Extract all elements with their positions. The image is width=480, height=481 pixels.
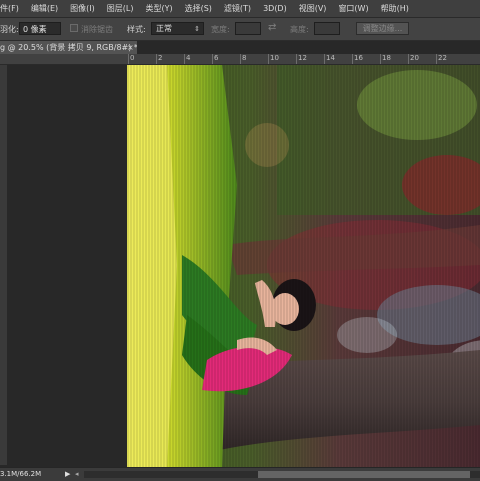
- menu-3d[interactable]: 3D(D): [263, 4, 287, 13]
- feather-label: 羽化:: [0, 25, 19, 34]
- width-label: 宽度:: [211, 25, 230, 34]
- style-label: 样式:: [127, 25, 146, 34]
- height-label: 高度:: [290, 25, 309, 34]
- menu-help[interactable]: 帮助(H): [381, 3, 409, 14]
- style-select-value: 正常: [156, 24, 172, 33]
- menu-file[interactable]: 件(F): [0, 3, 19, 14]
- photo-image: [127, 65, 480, 467]
- menu-select[interactable]: 选择(S): [185, 3, 212, 14]
- status-bar: 3.1M/66.2M ▶ ◂: [0, 467, 480, 481]
- height-input[interactable]: [314, 22, 340, 35]
- close-icon[interactable]: ×: [127, 41, 134, 54]
- options-bar: 羽化: 0 像素 消除锯齿 样式: 正常 ⇕ 宽度: ⇄ 高度: 调整边缘...: [0, 18, 480, 41]
- refine-edge-button[interactable]: 调整边缘...: [356, 22, 409, 35]
- feather-input[interactable]: 0 像素: [19, 22, 61, 35]
- play-icon[interactable]: ▶: [65, 470, 70, 478]
- horizontal-ruler: 0 2 4 6 8 10 12 14 16 18 20 22: [0, 54, 480, 65]
- scrollbar-thumb[interactable]: [258, 471, 470, 478]
- antialias-label: 消除锯齿: [81, 25, 113, 34]
- menu-type[interactable]: 类型(Y): [145, 3, 172, 14]
- document-tab[interactable]: g @ 20.5% (背景 拷贝 9, RGB/8#) * ×: [0, 41, 137, 54]
- document-tab-bar: g @ 20.5% (背景 拷贝 9, RGB/8#) * ×: [0, 41, 480, 54]
- antialias-checkbox[interactable]: [70, 24, 78, 32]
- menu-view[interactable]: 视图(V): [299, 3, 327, 14]
- chevron-updown-icon: ⇕: [194, 25, 200, 33]
- menu-layer[interactable]: 图层(L): [107, 3, 134, 14]
- document-size: 3.1M/66.2M: [0, 470, 42, 478]
- vertical-ruler: [0, 65, 7, 465]
- scroll-left-icon[interactable]: ◂: [75, 470, 79, 478]
- menu-bar: 件(F) 编辑(E) 图像(I) 图层(L) 类型(Y) 选择(S) 滤镜(T)…: [0, 0, 480, 18]
- document-canvas[interactable]: [127, 65, 480, 467]
- menu-window[interactable]: 窗口(W): [338, 3, 368, 14]
- menu-filter[interactable]: 滤镜(T): [224, 3, 251, 14]
- width-input[interactable]: [235, 22, 261, 35]
- menu-edit[interactable]: 编辑(E): [31, 3, 58, 14]
- menu-image[interactable]: 图像(I): [70, 3, 95, 14]
- document-tab-title: g @ 20.5% (背景 拷贝 9, RGB/8#) *: [0, 43, 137, 52]
- swap-arrows-icon[interactable]: ⇄: [268, 22, 276, 33]
- style-select[interactable]: 正常 ⇕: [151, 22, 204, 35]
